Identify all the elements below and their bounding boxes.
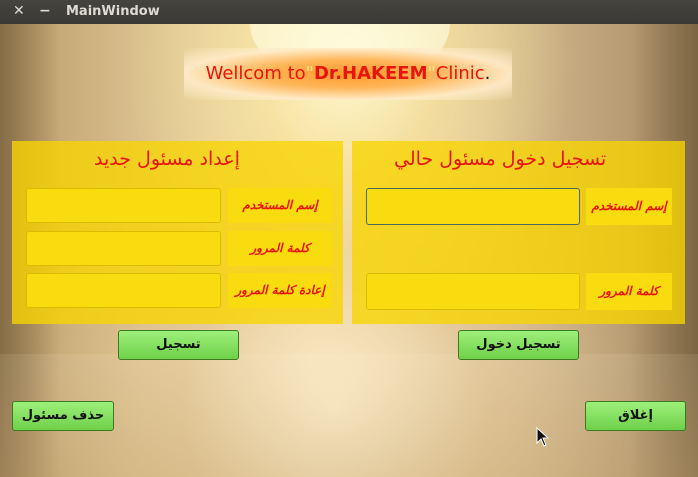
new-admin-password-input[interactable] bbox=[26, 231, 221, 266]
login-username-input[interactable] bbox=[366, 188, 580, 225]
register-button[interactable]: تسجيل bbox=[118, 330, 239, 360]
new-admin-title: إعداد مسئول جديد bbox=[94, 148, 240, 170]
new-admin-confirm-password-input[interactable] bbox=[26, 273, 221, 308]
banner-prefix: Wellcom to bbox=[205, 63, 306, 84]
delete-admin-button[interactable]: حذف مسئول bbox=[12, 401, 114, 431]
welcome-banner: Wellcom to"Dr.HAKEEM"Clinic. bbox=[184, 48, 512, 100]
new-admin-password-label: كلمة المرور bbox=[228, 231, 332, 266]
close-window-icon[interactable]: ✕ bbox=[13, 3, 25, 19]
new-admin-username-label: إسم المستخدم bbox=[228, 188, 332, 223]
clinic-background: Wellcom to"Dr.HAKEEM"Clinic. إعداد مسئول… bbox=[0, 24, 698, 477]
banner-quote-close: " bbox=[427, 63, 436, 84]
mouse-pointer-icon bbox=[536, 427, 550, 447]
title-bar: ✕ − MainWindow bbox=[0, 0, 698, 24]
login-button[interactable]: تسجيل دخول bbox=[458, 330, 579, 360]
login-title: تسجيل دخول مسئول حالي bbox=[394, 148, 607, 170]
window-title: MainWindow bbox=[66, 4, 160, 19]
new-admin-confirm-password-label: إعادة كلمة المرور bbox=[228, 273, 332, 308]
minimize-window-icon[interactable]: − bbox=[39, 3, 51, 19]
login-username-label: إسم المستخدم bbox=[586, 188, 672, 225]
login-password-input[interactable] bbox=[366, 273, 580, 310]
new-admin-username-input[interactable] bbox=[26, 188, 221, 223]
banner-clinic-name: Dr.HAKEEM bbox=[313, 63, 428, 84]
banner-suffix: Clinic bbox=[435, 63, 485, 84]
close-button[interactable]: إغلاق bbox=[585, 401, 686, 431]
banner-period: . bbox=[484, 63, 491, 84]
banner-quote-open: " bbox=[305, 63, 314, 84]
login-password-label: كلمة المرور bbox=[586, 273, 672, 310]
